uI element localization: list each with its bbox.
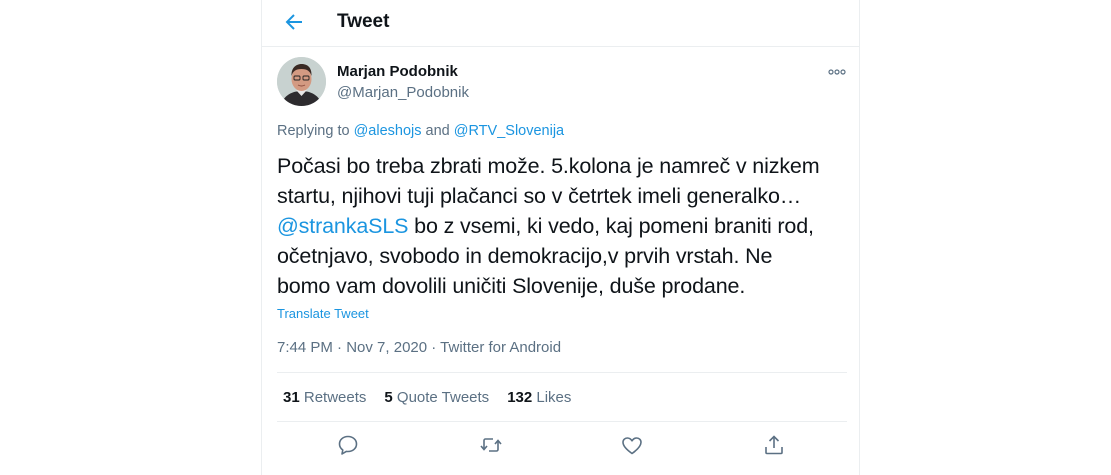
retweets-label: Retweets <box>299 389 367 406</box>
tweet-text: Počasi bo treba zbrati može. 5.kolona je… <box>277 151 862 301</box>
more-icon[interactable] <box>827 68 847 76</box>
page-title: Tweet <box>337 11 390 32</box>
tweet-line: bomo vam dovolili uničiti Slovenije, duš… <box>277 274 746 298</box>
tweet-line: Počasi bo treba zbrati može. 5.kolona je… <box>277 154 820 178</box>
avatar[interactable] <box>277 57 326 106</box>
meta-separator: · <box>427 339 441 356</box>
tweet-date[interactable]: Nov 7, 2020 <box>346 339 427 356</box>
likes-stat[interactable]: 132 Likes <box>507 389 571 406</box>
reply-user-link[interactable]: @RTV_Slovenija <box>454 123 564 139</box>
author-name[interactable]: Marjan Podobnik <box>337 63 458 80</box>
tweet-line: očetnjavo, svobodo in demokracijo,v prvi… <box>277 244 773 268</box>
replying-prefix: Replying to <box>277 123 354 139</box>
retweet-icon[interactable] <box>479 433 503 457</box>
retweets-stat[interactable]: 31 Retweets <box>283 389 366 406</box>
tweet-source[interactable]: Twitter for Android <box>440 339 561 356</box>
tweet-line-rest: bo z vsemi, ki vedo, kaj pomeni braniti … <box>408 214 814 238</box>
tweet-time[interactable]: 7:44 PM <box>277 339 333 356</box>
like-icon[interactable] <box>620 433 644 457</box>
reply-user-link[interactable]: @aleshojs <box>354 123 422 139</box>
author-handle[interactable]: @Marjan_Podobnik <box>337 84 469 101</box>
divider <box>277 421 847 422</box>
quotes-label: Quote Tweets <box>392 389 490 406</box>
divider <box>277 372 847 373</box>
mention-link[interactable]: @strankaSLS <box>277 214 408 238</box>
share-icon[interactable] <box>762 433 786 457</box>
likes-count: 132 <box>507 389 533 406</box>
header: Tweet <box>262 0 859 47</box>
replying-to: Replying to @aleshojs and @RTV_Slovenija <box>277 123 564 139</box>
quotes-count: 5 <box>384 389 393 406</box>
tweet-stats: 31 Retweets 5 Quote Tweets 132 Likes <box>283 389 571 406</box>
reply-icon[interactable] <box>336 433 360 457</box>
translate-link[interactable]: Translate Tweet <box>277 306 369 321</box>
tweet-line: startu, njihovi tuji plačanci so v četrt… <box>277 184 802 208</box>
meta-separator: · <box>332 339 347 356</box>
back-arrow-icon[interactable] <box>282 10 306 34</box>
tweet-line: @strankaSLS bo z vsemi, ki vedo, kaj pom… <box>277 211 862 241</box>
replying-conj: and <box>421 123 454 139</box>
likes-label: Likes <box>532 389 572 406</box>
quote-tweets-stat[interactable]: 5 Quote Tweets <box>384 389 489 406</box>
action-bar <box>262 433 859 463</box>
tweet-column: Tweet Marjan Podobnik @Marjan_Podobnik R… <box>261 0 860 475</box>
retweets-count: 31 <box>283 389 300 406</box>
tweet-meta: 7:44 PM · Nov 7, 2020 · Twitter for Andr… <box>277 339 561 356</box>
